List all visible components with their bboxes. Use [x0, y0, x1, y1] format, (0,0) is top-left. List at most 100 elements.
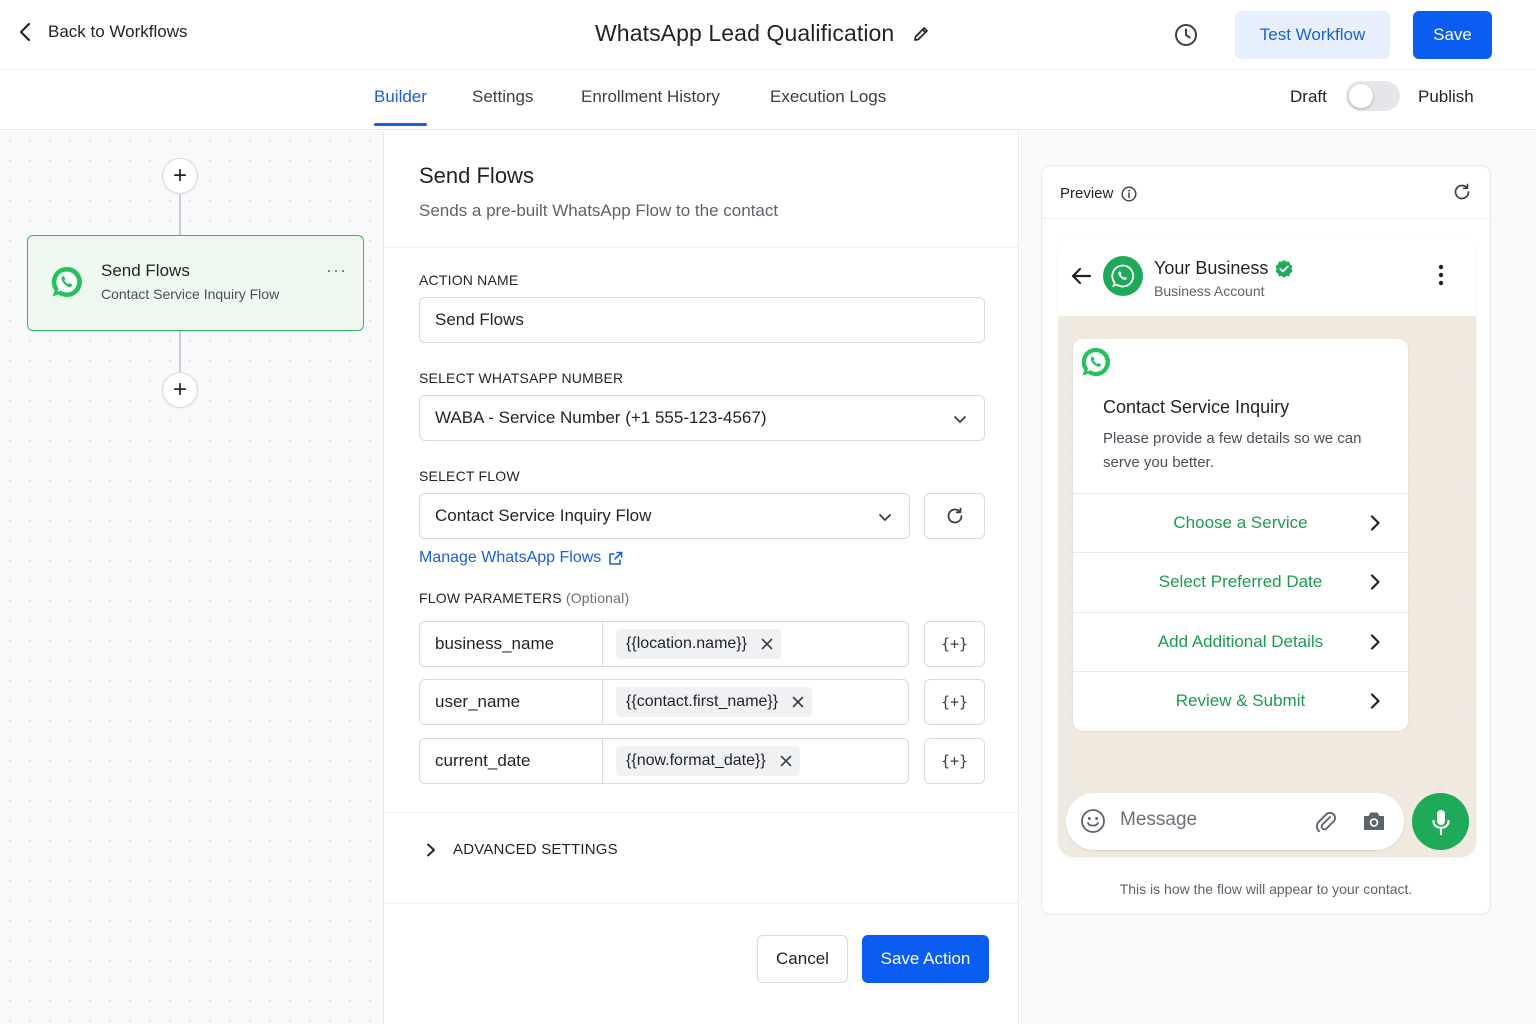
save-button[interactable]: Save [1413, 11, 1492, 59]
chevron-left-icon [19, 22, 31, 42]
toggle-knob [1349, 84, 1373, 108]
param-value-chip: {{now.format_date}} [616, 746, 800, 776]
preview-note: This is how the flow will appear to your… [1119, 881, 1413, 897]
tab-execution-logs[interactable]: Execution Logs [770, 87, 886, 107]
flow-parameters-label: FLOW PARAMETERS (Optional) [419, 590, 629, 606]
chevron-down-icon [879, 514, 891, 521]
add-step-button-bottom[interactable]: + [162, 372, 198, 408]
external-link-icon [609, 551, 623, 565]
pencil-icon[interactable] [912, 25, 930, 43]
verified-badge-icon [1276, 259, 1293, 278]
param-row: user_name {{contact.first_name}} [419, 679, 909, 725]
close-icon[interactable] [780, 755, 792, 767]
draft-label: Draft [1290, 87, 1327, 106]
form-header: Send Flows Sends a pre-built WhatsApp Fl… [385, 131, 1019, 248]
save-action-button[interactable]: Save Action [862, 935, 989, 983]
preview-header: Preview [1042, 166, 1490, 219]
message-body: Please provide a few details so we can s… [1103, 430, 1362, 471]
emoji-icon[interactable] [1080, 808, 1106, 834]
param-row: current_date {{now.format_date}} [419, 738, 909, 784]
back-to-workflows-link[interactable]: Back to Workflows [18, 22, 188, 42]
action-label: Review & Submit [1175, 691, 1306, 710]
param-key-input[interactable]: user_name [420, 680, 603, 724]
connector-line [179, 194, 181, 235]
chip-label: {{contact.first_name}} [626, 693, 779, 710]
refresh-flows-button[interactable] [924, 493, 985, 539]
business-name-text: Your Business [1154, 258, 1269, 278]
refresh-icon [947, 507, 962, 524]
divider [385, 812, 1019, 813]
preview-panel: Preview Your Business Business Account C… [1020, 131, 1536, 1024]
action-label: Select Preferred Date [1158, 572, 1323, 591]
whatsapp-number-select[interactable]: WABA - Service Number (+1 555-123-4567) [419, 395, 985, 441]
flow-message-card: Contact Service Inquiry Please provide a… [1073, 339, 1408, 731]
arrow-left-icon[interactable] [1070, 265, 1092, 287]
cancel-button[interactable]: Cancel [757, 935, 848, 983]
close-icon[interactable] [761, 638, 773, 650]
whatsapp-phone-preview: Your Business Business Account Contact S… [1058, 235, 1476, 857]
connector-line [179, 331, 181, 372]
preview-title: Preview [1060, 185, 1137, 202]
chevron-right-icon [1370, 693, 1380, 709]
flow-action-select-date[interactable]: Select Preferred Date [1073, 552, 1408, 611]
param-key-input[interactable]: business_name [420, 622, 603, 666]
business-avatar-icon [1103, 256, 1143, 296]
param-value-chip: {{location.name}} [616, 629, 781, 659]
flow-label: SELECT FLOW [419, 468, 520, 484]
microphone-button[interactable] [1412, 793, 1469, 850]
manage-whatsapp-flows-link[interactable]: Manage WhatsApp Flows [419, 549, 623, 567]
action-label: Choose a Service [1173, 513, 1308, 532]
action-name-label: ACTION NAME [419, 272, 519, 288]
tab-settings[interactable]: Settings [472, 87, 533, 107]
divider [385, 903, 1019, 904]
params-label-text: FLOW PARAMETERS [419, 590, 562, 606]
tab-builder[interactable]: Builder [374, 87, 427, 126]
manage-link-label: Manage WhatsApp Flows [419, 549, 602, 566]
workflow-canvas[interactable]: + Send Flows Contact Service Inquiry Flo… [0, 131, 384, 1024]
whatsapp-number-label: SELECT WHATSAPP NUMBER [419, 370, 624, 386]
tab-enrollment-history[interactable]: Enrollment History [581, 87, 720, 107]
flow-action-additional-details[interactable]: Add Additional Details [1073, 612, 1408, 671]
close-icon[interactable] [792, 696, 804, 708]
chevron-down-icon [954, 416, 966, 423]
chevron-right-icon [1370, 515, 1380, 531]
advanced-settings-label: ADVANCED SETTINGS [453, 841, 618, 858]
business-name: Your Business [1154, 258, 1294, 279]
flow-action-choose-service[interactable]: Choose a Service [1073, 493, 1408, 552]
more-vertical-icon[interactable] [1438, 263, 1444, 287]
refresh-icon[interactable] [1452, 182, 1472, 202]
tabs-bar: Builder Settings Enrollment History Exec… [0, 70, 1536, 130]
action-form: Send Flows Sends a pre-built WhatsApp Fl… [385, 131, 1019, 1024]
back-label: Back to Workflows [48, 22, 188, 41]
whatsapp-icon [1081, 347, 1111, 377]
publish-label: Publish [1418, 87, 1474, 106]
test-workflow-button[interactable]: Test Workflow [1235, 11, 1390, 59]
chevron-right-icon [427, 843, 435, 856]
chip-label: {{now.format_date}} [626, 752, 766, 769]
insert-variable-button[interactable]: {+} [924, 621, 985, 667]
preview-card: Preview Your Business Business Account C… [1041, 165, 1491, 915]
send-flows-node[interactable]: Send Flows Contact Service Inquiry Flow … [27, 235, 364, 331]
microphone-icon [1431, 809, 1450, 835]
camera-icon[interactable] [1361, 809, 1387, 833]
info-icon[interactable] [1121, 185, 1137, 202]
history-icon[interactable] [1173, 22, 1199, 48]
param-key-input[interactable]: current_date [420, 739, 603, 783]
flow-action-review-submit[interactable]: Review & Submit [1073, 671, 1408, 730]
message-input[interactable]: Message [1120, 809, 1197, 831]
insert-variable-button[interactable]: {+} [924, 679, 985, 725]
form-title: Send Flows [419, 163, 534, 188]
title-wrap: WhatsApp Lead Qualification [595, 20, 930, 47]
paperclip-icon[interactable] [1313, 808, 1337, 834]
chip-label: {{location.name}} [626, 635, 747, 652]
flow-select[interactable]: Contact Service Inquiry Flow [419, 493, 910, 539]
insert-variable-button[interactable]: {+} [924, 738, 985, 784]
node-menu-icon[interactable]: ··· [326, 260, 347, 281]
node-title: Send Flows [101, 261, 190, 280]
advanced-settings-toggle[interactable]: ADVANCED SETTINGS [425, 841, 618, 858]
action-name-input[interactable]: Send Flows [419, 297, 985, 343]
message-input-bar: Message [1066, 793, 1404, 850]
add-step-button-top[interactable]: + [162, 158, 198, 194]
publish-toggle[interactable] [1346, 81, 1400, 111]
node-subtitle: Contact Service Inquiry Flow [101, 286, 280, 302]
